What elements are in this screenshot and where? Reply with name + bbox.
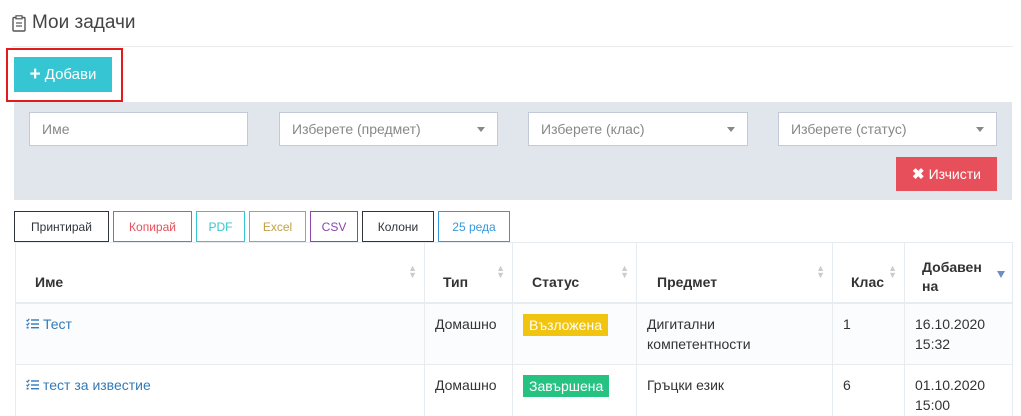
table-header-row: Име ▲ ▼ Тип ▲ ▼ Статус ▲ ▼ Предмет ▲ ▼ Клас	[15, 242, 1013, 304]
csv-button[interactable]: CSV	[310, 211, 358, 242]
task-class: 6	[832, 363, 905, 416]
excel-button[interactable]: Excel	[249, 211, 306, 242]
tasks-table: Име ▲ ▼ Тип ▲ ▼ Статус ▲ ▼ Предмет ▲ ▼ Клас	[15, 242, 1013, 416]
column-header-label: Тип	[443, 274, 469, 291]
column-header-label: Статус	[532, 274, 580, 291]
task-added-time: 15:32	[915, 335, 951, 352]
chevron-down-icon	[976, 126, 984, 132]
column-header-added[interactable]: Добавен на	[904, 242, 1013, 304]
pdf-button-label: PDF	[208, 219, 233, 234]
task-type: Домашно	[424, 363, 513, 416]
print-button[interactable]: Принтирай	[14, 211, 109, 242]
page-title: Мои задачи	[32, 12, 136, 33]
column-header-label: Добавен на	[922, 259, 982, 295]
task-name: тест за известие	[43, 376, 151, 393]
subject-select[interactable]: Изберете (предмет)	[279, 112, 498, 146]
column-header-type[interactable]: Тип ▲ ▼	[424, 242, 513, 304]
chevron-down-icon	[477, 126, 485, 132]
copy-button-label: Копирай	[129, 219, 176, 234]
task-added-date: 16.10.2020	[915, 315, 986, 332]
page-length-button[interactable]: 25 реда	[438, 211, 510, 242]
name-filter-field[interactable]	[29, 112, 248, 146]
task-subject: Дигитални компетентности	[636, 302, 833, 365]
header-divider	[12, 46, 1013, 47]
excel-button-label: Excel	[262, 219, 293, 234]
sort-icon: ▲ ▼	[408, 263, 417, 280]
column-header-label: Име	[35, 274, 64, 291]
copy-button[interactable]: Копирай	[113, 211, 192, 242]
task-added: 01.10.2020 15:00	[904, 363, 1013, 416]
table-row[interactable]: Тест Домашно Възложена Дигитални компете…	[15, 302, 1013, 365]
filter-panel: Изберете (предмет) Изберете (клас) Избер…	[14, 102, 1012, 200]
status-select-placeholder: Изберете (статус)	[791, 121, 907, 137]
csv-button-label: CSV	[321, 219, 347, 234]
list-check-icon	[26, 379, 39, 390]
add-button-label: Добави	[44, 66, 97, 83]
clear-button[interactable]: ✖ Изчисти	[896, 157, 997, 191]
print-button-label: Принтирай	[31, 219, 92, 234]
sort-desc-icon	[997, 271, 1005, 278]
clear-button-label: Изчисти	[928, 166, 981, 182]
close-icon: ✖	[912, 166, 925, 183]
chevron-down-icon	[727, 126, 735, 132]
task-name: Тест	[43, 315, 72, 332]
clipboard-icon	[12, 14, 26, 32]
subject-select-placeholder: Изберете (предмет)	[292, 121, 421, 137]
class-select-placeholder: Изберете (клас)	[541, 121, 645, 137]
task-subject: Гръцки език	[636, 363, 833, 416]
class-select[interactable]: Изберете (клас)	[528, 112, 748, 146]
task-added: 16.10.2020 15:32	[904, 302, 1013, 365]
task-link[interactable]: тест за известие	[26, 375, 414, 395]
column-header-status[interactable]: Статус ▲ ▼	[512, 242, 637, 304]
page-header: Мои задачи	[12, 12, 136, 34]
task-type: Домашно	[424, 302, 513, 365]
status-select[interactable]: Изберете (статус)	[778, 112, 997, 146]
column-header-label: Предмет	[657, 274, 718, 291]
status-badge: Възложена	[523, 313, 608, 336]
columns-button[interactable]: Колони	[362, 211, 434, 242]
task-added-date: 01.10.2020	[915, 376, 986, 393]
sort-icon: ▲ ▼	[496, 263, 505, 280]
page-length-button-label: 25 реда	[452, 219, 496, 234]
list-check-icon	[26, 318, 39, 329]
pdf-button[interactable]: PDF	[196, 211, 245, 242]
table-row[interactable]: тест за известие Домашно Завършена Гръцк…	[15, 363, 1013, 416]
column-header-label: Клас	[851, 274, 885, 291]
plus-icon: +	[29, 64, 41, 85]
status-badge: Завършена	[523, 374, 610, 397]
sort-icon: ▲ ▼	[888, 263, 897, 280]
task-class: 1	[832, 302, 905, 365]
task-link[interactable]: Тест	[26, 314, 414, 334]
column-header-class[interactable]: Клас ▲ ▼	[832, 242, 905, 304]
columns-button-label: Колони	[377, 219, 419, 234]
sort-icon: ▲ ▼	[620, 263, 629, 280]
sort-icon: ▲ ▼	[816, 263, 825, 280]
column-header-subject[interactable]: Предмет ▲ ▼	[636, 242, 833, 304]
task-added-time: 15:00	[915, 396, 951, 413]
column-header-name[interactable]: Име ▲ ▼	[15, 242, 425, 304]
name-filter-input[interactable]	[42, 121, 235, 137]
add-button[interactable]: + Добави	[14, 57, 112, 92]
